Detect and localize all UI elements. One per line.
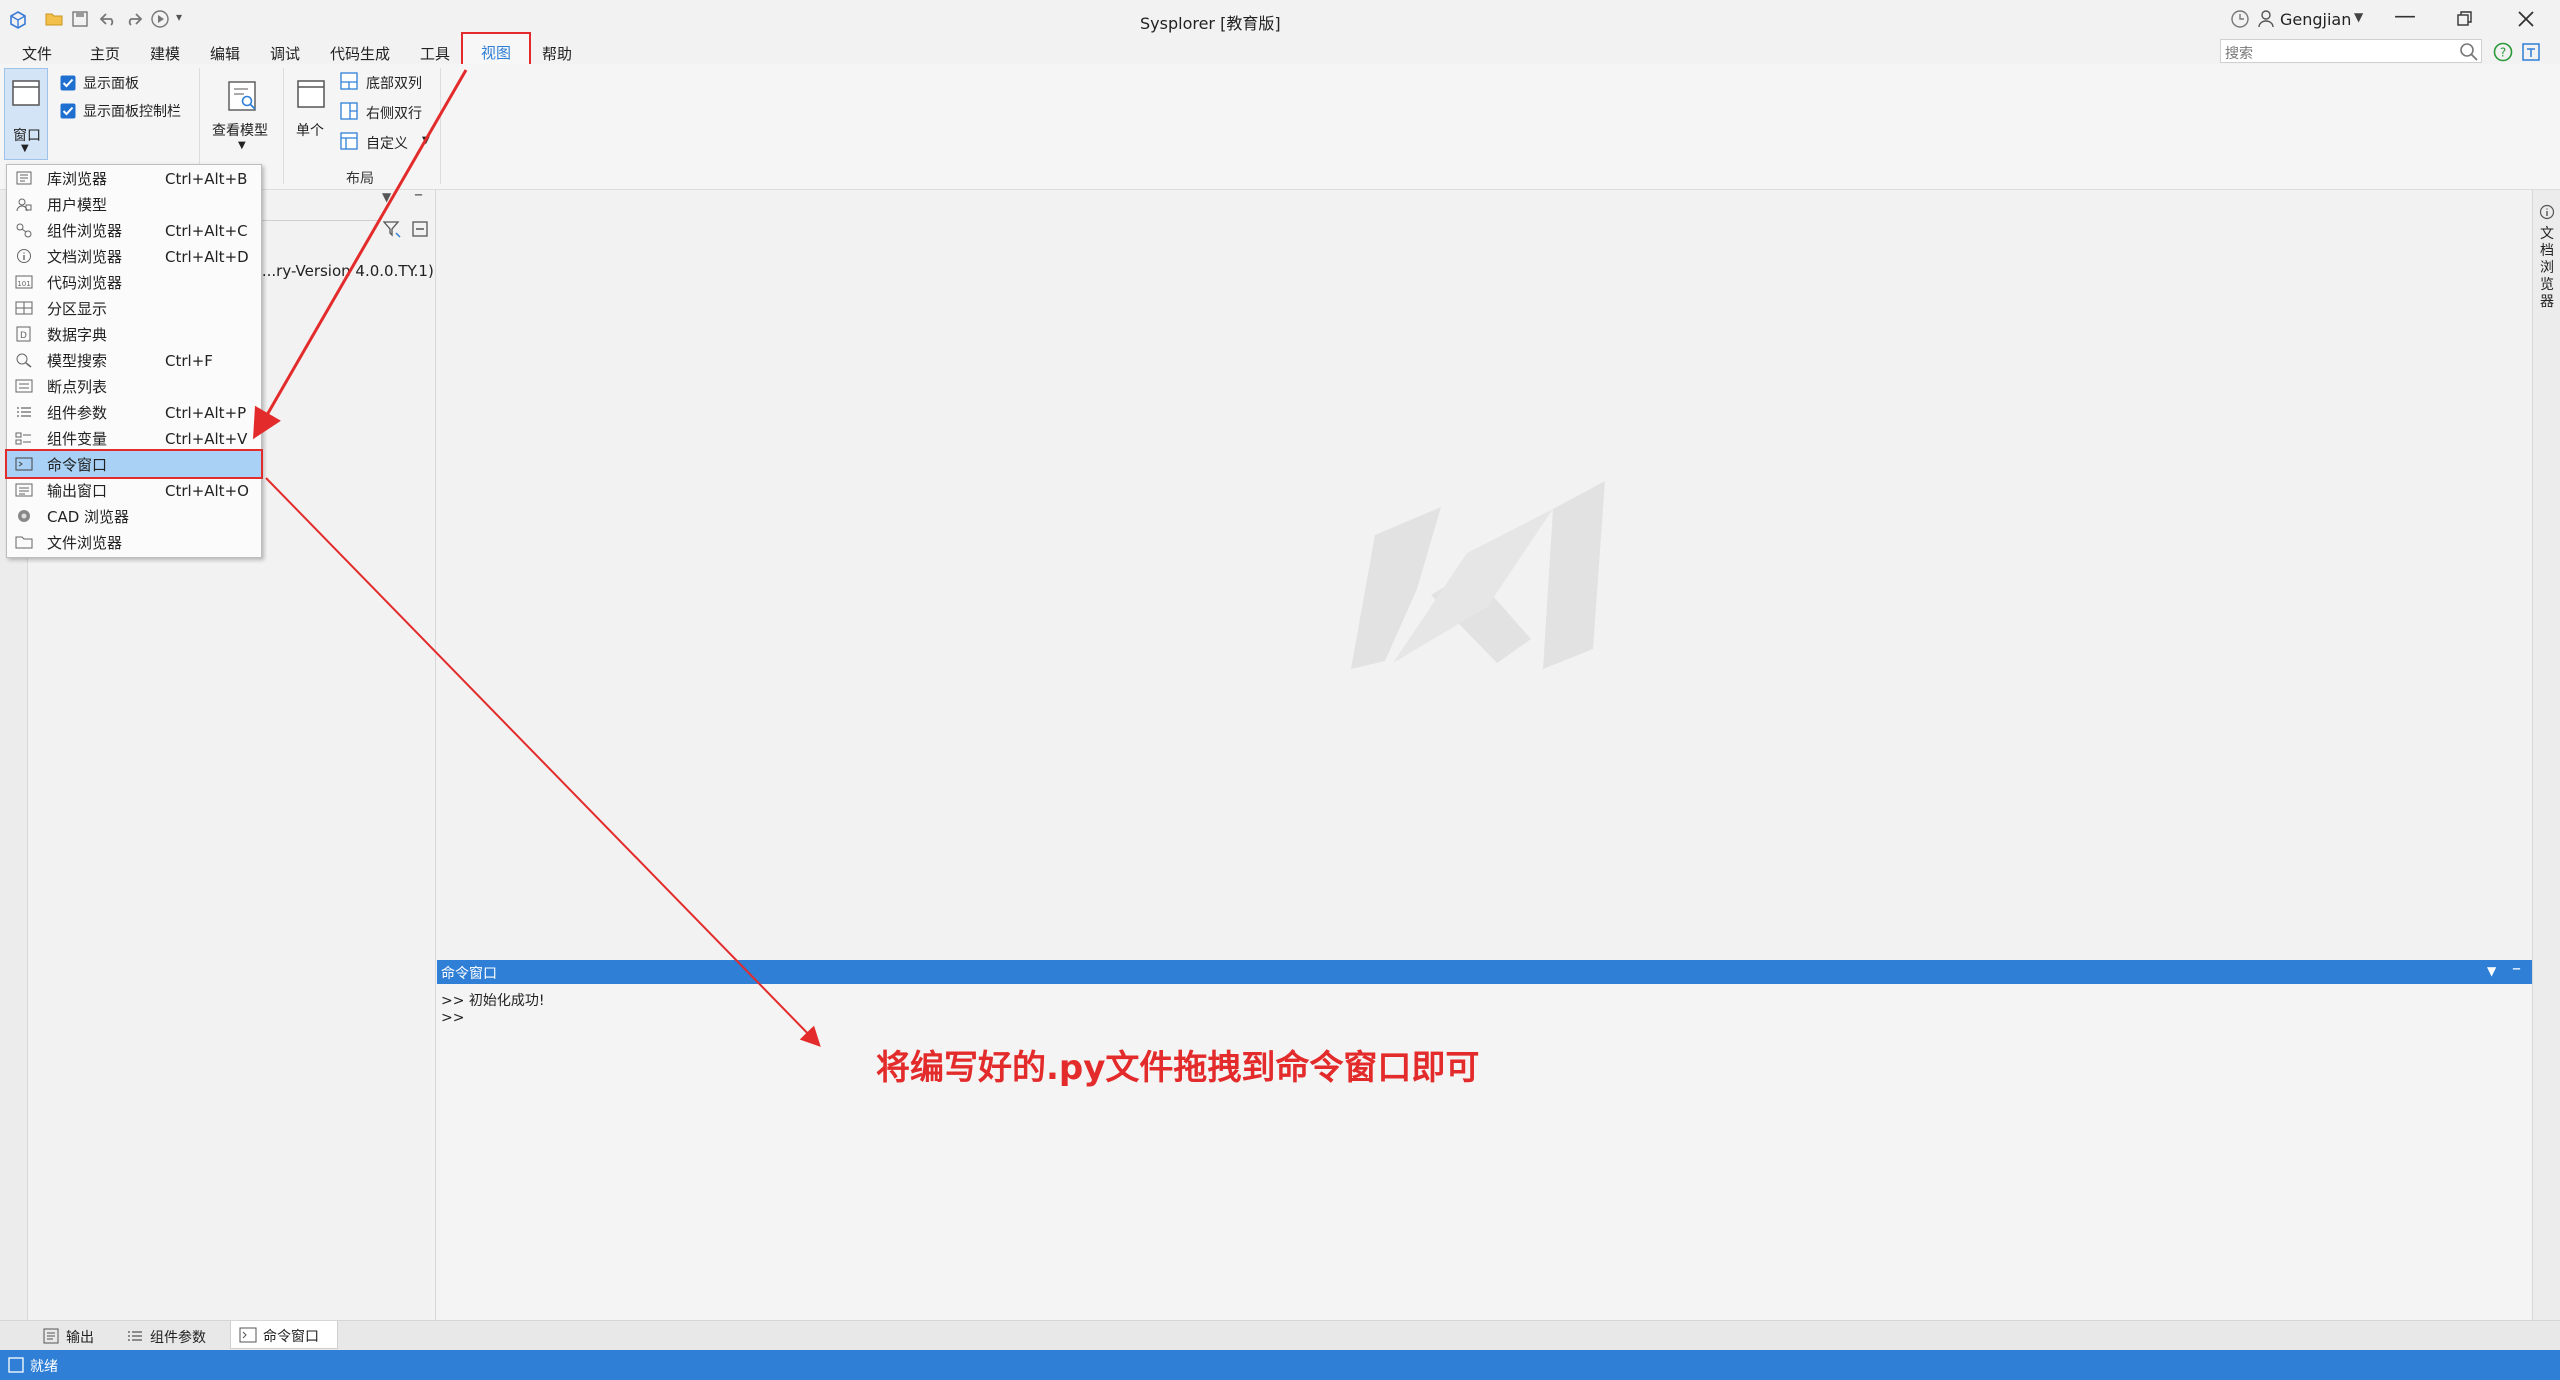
- status-text: 就绪: [30, 1359, 58, 1375]
- component-parameters-tab-icon: [128, 1331, 142, 1341]
- status-icon: [8, 1357, 24, 1373]
- command-window-tab-icon: [239, 1327, 257, 1343]
- tab-component-parameters-label: 组件参数: [150, 1330, 206, 1346]
- bottom-tabs: 输出 组件参数 命令窗口: [0, 1320, 2560, 1350]
- annotation-text: 将编写好的.py文件拖拽到命令窗口即可: [876, 1048, 1480, 1088]
- tab-output-label: 输出: [66, 1330, 94, 1346]
- tab-command-window[interactable]: 命令窗口: [230, 1321, 338, 1349]
- tab-command-window-label: 命令窗口: [263, 1329, 319, 1345]
- status-bar: 就绪: [0, 1350, 2560, 1380]
- output-tab-icon: [43, 1328, 59, 1344]
- arrow-view-to-command: [253, 69, 468, 440]
- tab-component-parameters[interactable]: 组件参数: [124, 1324, 224, 1348]
- tab-output[interactable]: 输出: [38, 1324, 108, 1348]
- arrow-command-to-note: [265, 477, 821, 1047]
- annotation-arrows: [253, 69, 821, 1047]
